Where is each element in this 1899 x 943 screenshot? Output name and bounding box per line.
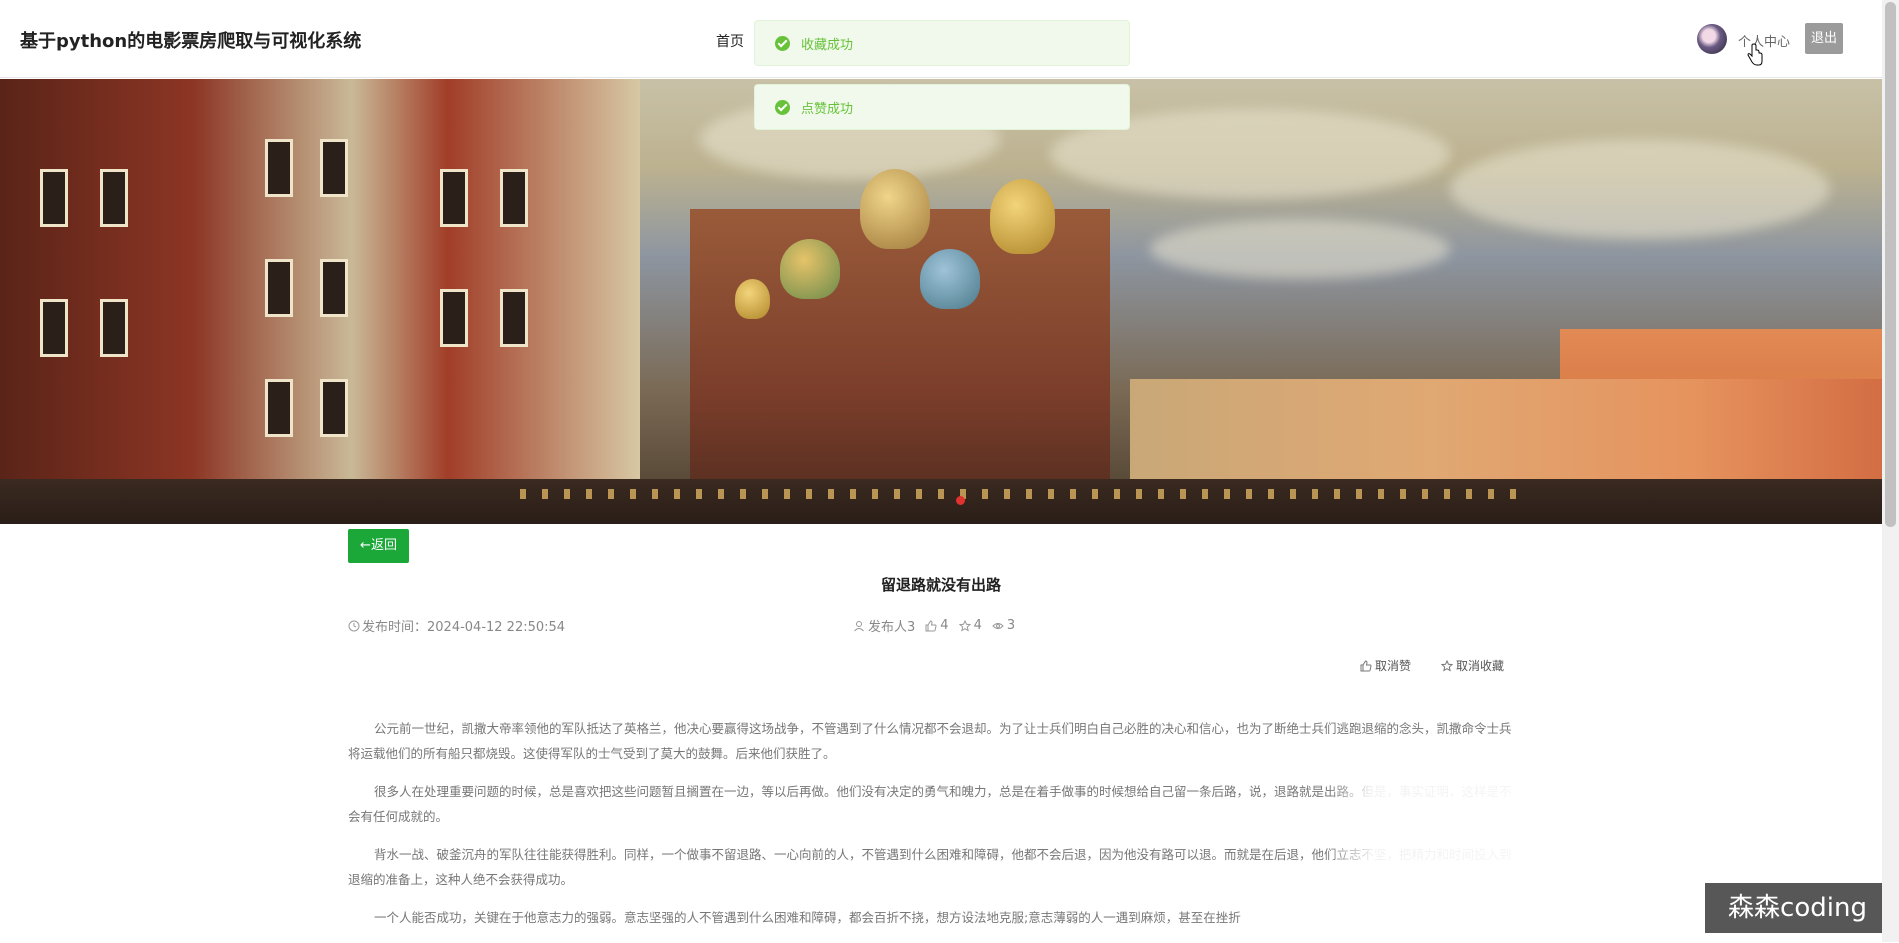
logout-button[interactable]: 退出: [1805, 23, 1843, 54]
like-count: 4: [940, 618, 949, 633]
toast-message: 收藏成功: [801, 37, 854, 53]
publish-time: 发布时间：2024-04-12 22:50:54: [348, 616, 565, 635]
user-icon: [854, 620, 864, 631]
back-button[interactable]: ←返回: [348, 529, 409, 563]
thumbs-up-icon: [1360, 659, 1372, 671]
hero-banner-image: [0, 79, 1882, 524]
unfavorite-button[interactable]: 取消收藏: [1441, 657, 1504, 674]
clock-icon: [348, 620, 360, 631]
scrollbar-thumb[interactable]: [1885, 2, 1896, 527]
hand-cursor-icon: [1747, 43, 1763, 66]
eye-icon: [992, 622, 1004, 629]
site-title: 基于python的电影票房爬取与可视化系统: [20, 31, 362, 52]
publish-time-text: 发布时间：2024-04-12 22:50:54: [362, 620, 566, 635]
unlike-button[interactable]: 取消赞: [1360, 657, 1411, 674]
check-circle-icon: [775, 99, 790, 115]
page-scrollbar[interactable]: [1882, 0, 1899, 942]
article-paragraph: 公元前一世纪，凯撒大帝率领他的军队抵达了英格兰，他决心要赢得这场战争，不管遇到了…: [348, 721, 1512, 761]
view-count: 3: [1006, 618, 1016, 633]
carousel-indicator-active[interactable]: [956, 496, 965, 505]
success-toast-like: 点赞成功: [754, 84, 1130, 130]
favorite-count: 4: [973, 618, 982, 633]
star-icon: [958, 619, 971, 632]
watermark: 森森coding: [1705, 883, 1890, 933]
thumbs-up-icon: [925, 619, 937, 631]
article-stats: 发布人3 4 4 3: [853, 616, 1015, 635]
avatar[interactable]: [1697, 24, 1727, 54]
nav-home-link[interactable]: 首页: [716, 31, 744, 51]
success-toast-favorite: 收藏成功: [754, 20, 1130, 66]
toast-message: 点赞成功: [801, 101, 854, 117]
author-name: 发布人3: [868, 620, 916, 635]
article-title: 留退路就没有出路: [880, 576, 1001, 594]
unlike-label: 取消赞: [1375, 659, 1412, 673]
unfavorite-label: 取消收藏: [1456, 659, 1505, 673]
star-icon: [1441, 659, 1454, 672]
check-circle-icon: [775, 35, 790, 51]
article-actions: 取消赞 取消收藏: [1360, 657, 1504, 674]
